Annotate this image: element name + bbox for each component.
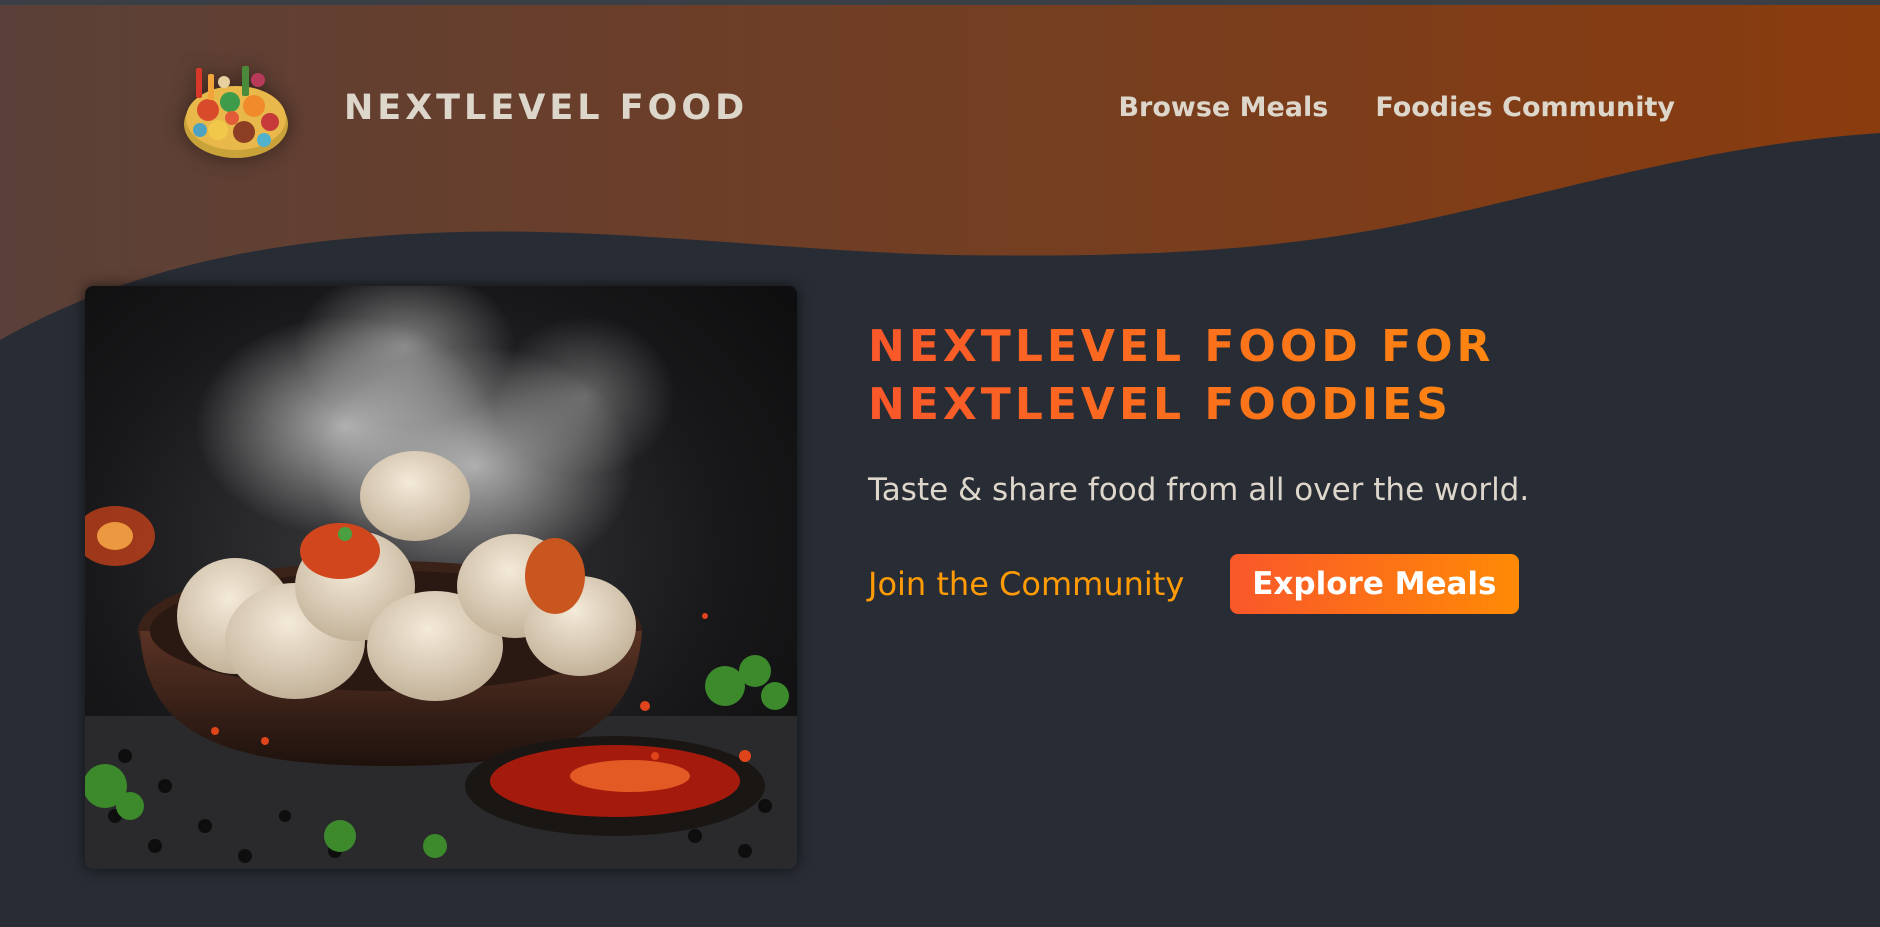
- site-header: NEXTLEVEL FOOD Browse Meals Foodies Comm…: [0, 0, 1880, 220]
- nav-browse-meals[interactable]: Browse Meals: [1118, 92, 1328, 123]
- explore-meals-button[interactable]: Explore Meals: [1230, 554, 1519, 614]
- main-nav: Browse Meals Foodies Community: [1118, 92, 1675, 123]
- hero-title-line2: NEXTLEVEL FOODIES: [868, 379, 1452, 430]
- hero-dumplings-image: [85, 286, 797, 869]
- food-platter-logo-icon: [184, 66, 288, 158]
- hero-subtitle: Taste & share food from all over the wor…: [868, 472, 1530, 508]
- steaming-dumplings-illustration: [85, 286, 797, 869]
- logo-link[interactable]: NEXTLEVEL FOOD: [178, 50, 748, 166]
- logo-text: NEXTLEVEL FOOD: [344, 88, 749, 128]
- page: NEXTLEVEL FOOD Browse Meals Foodies Comm…: [0, 0, 1880, 927]
- hero-title: NEXTLEVEL FOOD FOR NEXTLEVEL FOODIES: [868, 318, 1768, 434]
- hero-content: NEXTLEVEL FOOD FOR NEXTLEVEL FOODIES Tas…: [868, 318, 1768, 614]
- hero-cta: Join the Community Explore Meals: [868, 554, 1768, 614]
- join-community-link[interactable]: Join the Community: [868, 565, 1184, 603]
- nav-foodies-community[interactable]: Foodies Community: [1375, 92, 1675, 123]
- hero-title-line1: NEXTLEVEL FOOD FOR: [868, 321, 1495, 372]
